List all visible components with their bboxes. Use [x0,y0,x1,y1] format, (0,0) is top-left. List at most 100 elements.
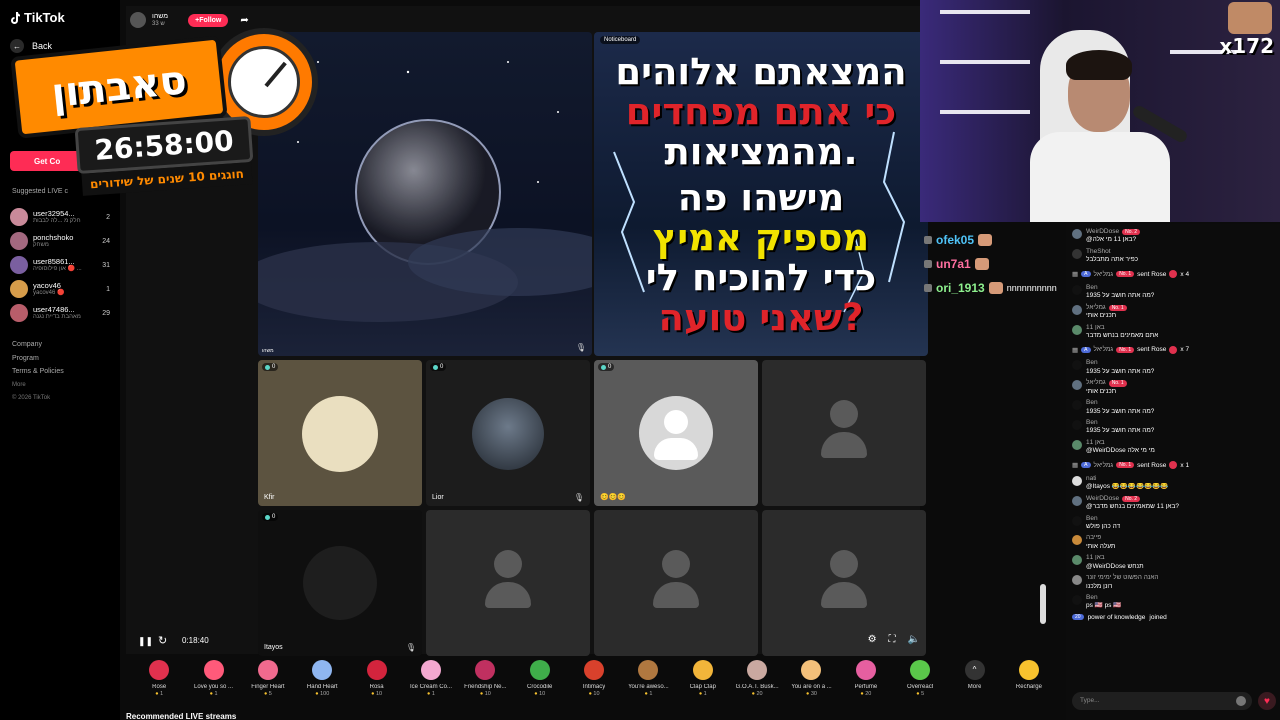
avatar[interactable] [1072,439,1082,450]
gift-item[interactable]: Love you so ...1 [186,656,240,706]
avatar[interactable] [1072,380,1082,391]
footer-company[interactable]: Company [12,338,64,352]
gift-name: Crocodile [527,684,553,690]
settings-icon[interactable]: ⚙ [868,634,877,645]
avatar[interactable] [1072,495,1082,506]
chat-message: האנה הפשוט של ימימי זונר רונן מלכנו [1066,574,1280,591]
chat-username[interactable]: Ben [1086,419,1154,427]
gift-item[interactable]: G.O.A.T. Busk...20 [730,656,784,706]
recharge-button[interactable]: Recharge [1002,656,1056,706]
gift-icon [475,660,496,680]
avatar[interactable] [1072,535,1082,546]
avatar[interactable] [1072,284,1082,295]
gift-price: 10 [534,691,545,697]
chat-username[interactable]: באן 11 [1086,554,1144,562]
volume-icon[interactable]: 🔈 [908,634,920,645]
avatar [10,256,28,274]
gift-item[interactable]: Friendship Ne...10 [458,656,512,706]
follow-button[interactable]: +Follow [188,13,229,27]
chat-username[interactable]: WeirDDose No. 2 [1086,228,1141,236]
guest-tile-lior[interactable]: 0 Lior 🎙 [426,360,590,506]
avatar[interactable] [1072,324,1082,335]
chat-username-text: גמליאל [1086,303,1106,311]
pause-icon[interactable]: ❚❚ [138,636,153,647]
suggested-live-item[interactable]: ponchshoko משחק 24 [10,229,110,253]
avatar[interactable] [1072,420,1082,430]
joined-user[interactable]: power of knowledge [1088,614,1146,621]
chat-username[interactable]: באן 11 [1086,439,1155,447]
tiktok-logo[interactable]: TikTok [10,10,110,25]
avatar[interactable] [1072,475,1082,486]
chat-username[interactable]: nati [1086,475,1168,483]
chat-username[interactable]: באן 11 [1086,324,1158,332]
avatar[interactable] [1072,400,1082,411]
guest-tile-3[interactable]: 0 😊😊😊 [594,360,758,506]
avatar[interactable] [1072,575,1082,586]
like-heart-button[interactable]: ♥ [1258,692,1276,710]
gift-item[interactable]: Rose1 [132,656,186,706]
level-badge: A [1081,346,1091,353]
avatar[interactable] [1072,595,1082,605]
chat-username[interactable]: גמליאל No. 1 [1086,379,1127,387]
gift-sender[interactable]: גמליאל [1094,462,1114,469]
chat-username[interactable]: האנה הפשוט של ימימי זונר [1086,574,1159,582]
gift-item[interactable]: Intimacy10 [567,656,621,706]
emoji-icon[interactable] [1236,696,1246,706]
chat-message-body: באן 11 @WeirDDose תנחש [1086,554,1144,571]
footer-program[interactable]: Program [12,352,64,366]
gift-count: x 1 [1180,461,1190,469]
avatar[interactable] [1072,304,1082,315]
refresh-icon[interactable]: ↻ [158,634,167,647]
guest-tile-kfir[interactable]: 0 Kfir [258,360,422,506]
footer-more[interactable]: More [12,379,64,393]
gift-item[interactable]: Hand Heart100 [295,656,349,706]
volume-slider[interactable] [1040,584,1046,624]
gift-price: 10 [589,691,599,697]
default-avatar [639,396,713,470]
share-icon[interactable]: ➦ [240,15,248,26]
fullscreen-icon[interactable]: ⛶ [889,634,896,645]
gift-item[interactable]: Overreact5 [893,656,947,706]
avatar[interactable] [1072,248,1082,259]
gift-item[interactable]: You're aweso...1 [621,656,675,706]
suggested-live-item[interactable]: user85861... און פילוסופיה 🔴 ... 31 [10,253,110,277]
chat-username[interactable]: TheShot [1086,248,1138,256]
mic-off-icon: 🎙 [573,493,584,502]
avatar[interactable] [1072,515,1082,526]
suggested-live-item[interactable]: yacov46 yacov46 🔴 1 [10,277,110,301]
gift-item[interactable]: You are on a ...30 [784,656,838,706]
chat-username[interactable]: Ben [1086,359,1154,367]
gift-item[interactable]: Rosa10 [349,656,403,706]
gift-item[interactable]: Crocodile10 [513,656,567,706]
gift-sender[interactable]: גמליאל [1094,271,1114,278]
chat-username[interactable]: Ben [1086,284,1154,292]
empty-seat-1[interactable] [762,360,926,506]
chevron-up-icon: ^ [964,660,985,680]
footer-terms[interactable]: Terms & Policies [12,365,64,379]
suggested-user-sub: משחק [33,241,49,248]
gift-sender[interactable]: גמליאל [1094,346,1114,353]
chat-username[interactable]: גמליאל No. 1 [1086,304,1127,312]
chat-username[interactable]: פייבה [1086,534,1115,542]
chat-message-body: Ben ps 🇺🇸 ps 🇺🇸 [1086,594,1121,611]
gift-item[interactable]: Finger Heart5 [241,656,295,706]
gift-item[interactable]: Clap Clap1 [676,656,730,706]
avatar[interactable] [1072,360,1082,371]
gift-item[interactable]: Ice Cream Co...1 [404,656,458,706]
suggested-live-item[interactable]: user47486... מאהבת בדיית נגנה 29 [10,301,110,325]
chat-message: WeirDDose No. 2 @באן 11 מי אלה? [1066,228,1280,245]
chat-username[interactable]: Ben [1086,515,1120,523]
chat-input[interactable]: Type... [1072,692,1252,710]
chat-username[interactable]: Ben [1086,594,1121,602]
gift-item[interactable]: Perfume20 [839,656,893,706]
gift-icon [747,660,768,680]
chat-username[interactable]: Ben [1086,399,1154,407]
avatar[interactable] [1072,555,1082,566]
avatar[interactable] [1072,229,1082,239]
chat-message-body: גמליאל No. 1 תכנים אותי [1086,379,1127,396]
more-gifts-button[interactable]: ^ More [947,656,1001,706]
suggested-live-item[interactable]: user32954... חלק מ ...לה לבבות 2 [10,205,110,229]
coin-icon [1018,660,1039,680]
chat-placeholder: Type... [1080,697,1100,704]
chat-username[interactable]: WeirDDose No. 2 [1086,495,1179,503]
